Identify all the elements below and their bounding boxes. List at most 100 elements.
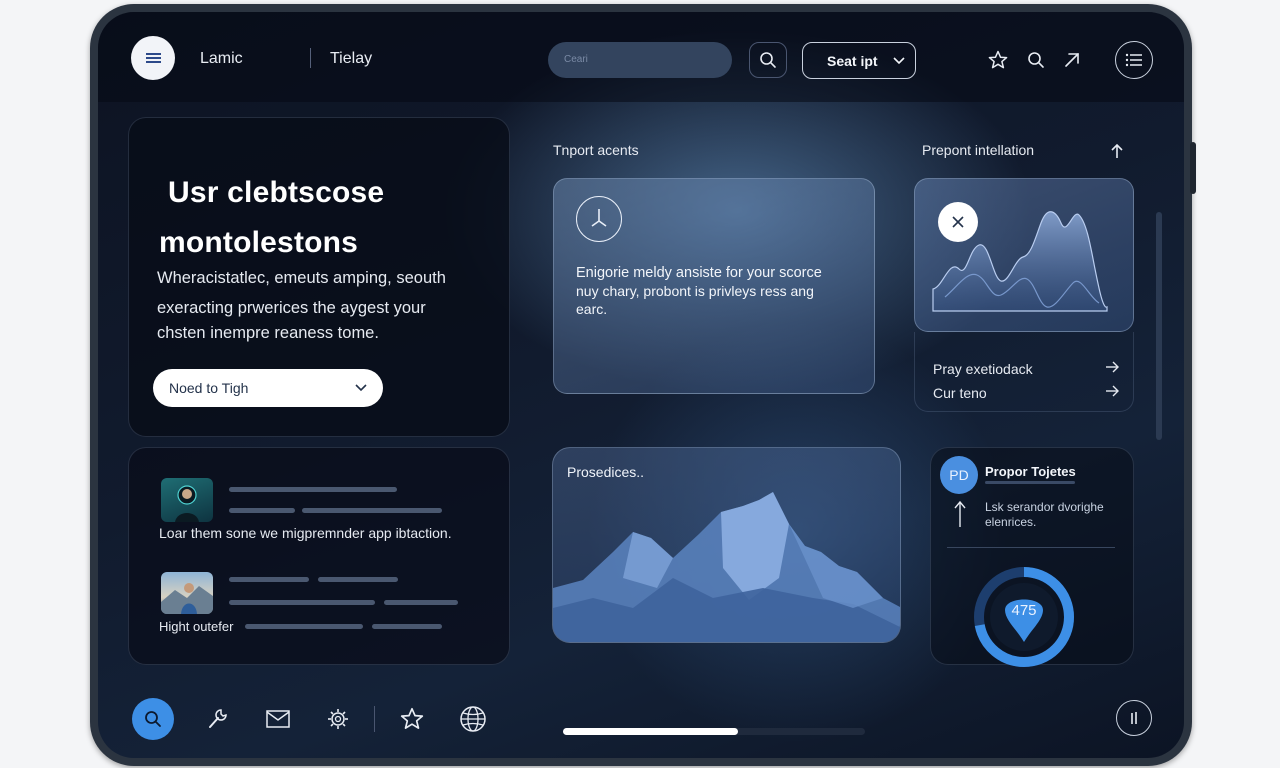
search-button[interactable] [749, 42, 787, 78]
placeholder-line [229, 600, 375, 605]
chevron-down-icon [893, 56, 905, 64]
dock-tools-button[interactable] [203, 704, 233, 734]
search-input[interactable]: Ceari [548, 42, 732, 78]
placeholder-line [229, 577, 309, 582]
person-icon [175, 485, 199, 522]
progress-donut: 475 [974, 567, 1074, 667]
import-description: Enigorie meldy ansiste for your scorce n… [576, 264, 866, 318]
arrow-up-right-icon [1065, 53, 1079, 67]
hero-dropdown-value: Noed to Tigh [169, 380, 249, 396]
prepont-link-current[interactable]: Cur teno [933, 385, 1119, 401]
proposal-subtitle: Lsk serandor dvorighe elenrices. [985, 500, 1125, 530]
import-description-line: Enigorie meldy ansiste for your scorce [576, 265, 822, 281]
placeholder-line [302, 508, 442, 513]
clock-icon [576, 196, 622, 242]
search-icon [760, 52, 776, 68]
placeholder-line [372, 624, 442, 629]
prepont-links: Pray exetiodack Cur teno [914, 332, 1134, 412]
prepont-link-label: Cur teno [933, 385, 987, 401]
info-icon [1131, 712, 1137, 724]
wave-chart [932, 211, 1108, 312]
search-icon [145, 711, 161, 727]
person-icon [161, 583, 213, 614]
setup-select[interactable]: Seat ipt [802, 42, 916, 79]
hero-description-line: exeracting prwerices the aygest your [157, 299, 426, 317]
globe-icon [460, 706, 486, 732]
contact-name: Hight outefer [159, 619, 234, 634]
brand-label: Lamic [200, 50, 243, 67]
nav-divider [310, 48, 311, 68]
dock-globe-button[interactable] [458, 704, 488, 734]
top-bar: Lamic Tielay Ceari Seat ipt [98, 12, 1184, 102]
search-top-button[interactable] [1024, 48, 1048, 72]
proposal-divider [947, 547, 1115, 548]
info-button[interactable] [1116, 700, 1152, 736]
arrow-up-icon [954, 500, 966, 527]
proposal-title: Propor Tojetes [985, 464, 1076, 479]
processes-card[interactable]: Prosedices.. [552, 447, 901, 643]
wave-chart-card[interactable] [914, 178, 1134, 332]
proposal-subtitle-line: elenrices. [985, 515, 1037, 529]
star-icon [400, 707, 424, 729]
page-progress-fill [563, 728, 739, 735]
placeholder-line [229, 508, 295, 513]
dock-settings-button[interactable] [323, 704, 353, 734]
arrow-up-icon [1111, 143, 1123, 158]
avatar[interactable] [161, 572, 213, 614]
hero-description-line: chsten inempre reaness tome. [157, 324, 379, 342]
dock-mail-button[interactable] [263, 704, 293, 734]
list-icon [1125, 53, 1142, 67]
wrench-icon [209, 709, 227, 728]
import-description-line: nuy chary, probont is privleys ress ang [576, 283, 814, 299]
favorite-button[interactable] [986, 48, 1010, 72]
import-card[interactable]: Enigorie meldy ansiste for your scorce n… [553, 178, 875, 394]
setup-select-label: Seat ipt [827, 52, 878, 69]
close-button[interactable] [938, 202, 978, 242]
hamburger-icon [145, 53, 161, 63]
menu-button[interactable] [131, 36, 175, 80]
placeholder-line [384, 600, 458, 605]
dock-search-button[interactable] [132, 698, 174, 740]
placeholder-line [318, 577, 398, 582]
nav-title[interactable]: Tielay [330, 50, 372, 68]
placeholder-line [229, 487, 397, 492]
avatar[interactable] [161, 478, 213, 522]
close-icon [952, 216, 964, 228]
collapse-button[interactable] [1106, 140, 1128, 162]
hero-description-line: Wheracistatlec, emeuts amping, seouth [157, 269, 446, 287]
proposal-card: PD Propor Tojetes Lsk serandor dvorighe … [930, 447, 1134, 667]
hero-dropdown[interactable]: Noed to Tigh [153, 369, 383, 407]
device-side-button [1190, 142, 1196, 194]
prepont-link-label: Pray exetiodack [933, 361, 1033, 377]
page-progress-bar[interactable] [563, 728, 865, 735]
scrollbar[interactable] [1156, 212, 1162, 440]
mountain-chart [553, 492, 900, 642]
hero-title: Usr clebtscose montolestons [159, 168, 499, 268]
proposal-subtitle-line: Lsk serandor dvorighe [985, 500, 1104, 514]
dock-divider [374, 706, 375, 732]
proposal-badge: PD [940, 456, 978, 494]
import-section-title: Tnport acents [553, 142, 639, 158]
contacts-card: Loar them sone we migpremnder app ibtact… [128, 447, 510, 665]
prepont-section-title: Prepont intellation [922, 142, 1035, 158]
search-icon [1028, 52, 1044, 68]
mail-icon [266, 710, 290, 728]
contact-description: Loar them sone we migpremnder app ibtact… [159, 525, 452, 541]
gear-icon [328, 709, 348, 729]
donut-value: 475 [1011, 602, 1036, 619]
dock-favorites-button[interactable] [397, 704, 427, 734]
placeholder-line [985, 481, 1075, 484]
hero-description: Wheracistatlec, emeuts amping, seouth ex… [157, 264, 497, 346]
hero-title-line: Usr clebtscose [168, 176, 385, 209]
hero-card: Usr clebtscose montolestons Wheracistatl… [128, 117, 510, 437]
device-frame: Lamic Tielay Ceari Seat ipt Usr clebtsco… [90, 4, 1196, 766]
import-description-line: earc. [576, 301, 608, 317]
arrow-right-icon [1106, 385, 1119, 397]
prepont-link-feedback[interactable]: Pray exetiodack [933, 361, 1119, 377]
chevron-down-icon [355, 384, 367, 392]
placeholder-line [245, 624, 363, 629]
open-external-button[interactable] [1060, 48, 1084, 72]
hero-title-line: montolestons [159, 226, 359, 259]
list-menu-button[interactable] [1115, 41, 1153, 79]
arrow-right-icon [1106, 361, 1119, 373]
